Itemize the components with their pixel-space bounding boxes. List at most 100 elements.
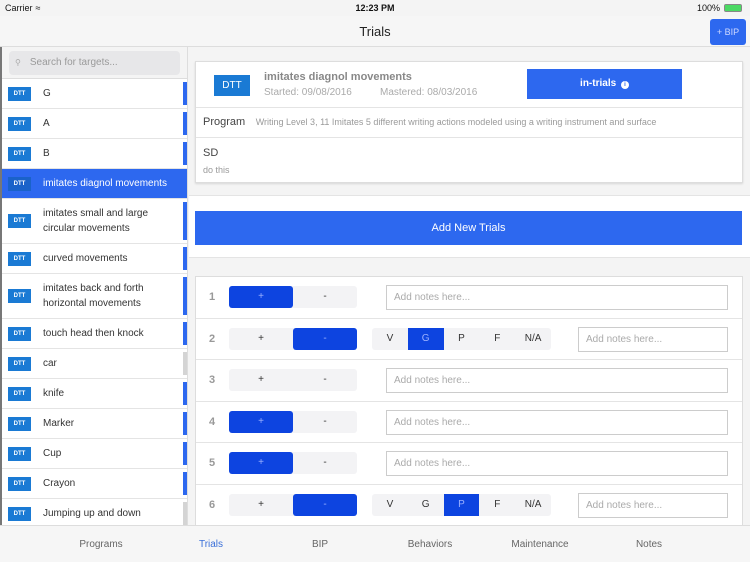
target-item[interactable]: DTT imitates small and large circular mo…: [2, 199, 187, 244]
status-indicator: [183, 412, 187, 435]
target-item[interactable]: DTT A: [2, 109, 187, 139]
dtt-badge: DTT: [8, 506, 31, 521]
tab-notes[interactable]: Notes: [599, 539, 699, 550]
notes-input[interactable]: Add notes here...: [578, 326, 728, 352]
sd-row: SD do this: [196, 138, 742, 184]
target-label: Crayon: [43, 478, 76, 489]
trial-number: 2: [209, 332, 216, 345]
target-item[interactable]: DTT imitates diagnol movements: [2, 169, 187, 199]
dtt-badge: DTT: [8, 176, 31, 191]
trial-number: 3: [209, 374, 216, 386]
prompt-option[interactable]: N/A: [515, 328, 551, 350]
target-label: imitates small and large circular moveme…: [43, 208, 149, 234]
minus-button[interactable]: -: [293, 286, 357, 308]
program-value: Writing Level 3, 11 Imitates 5 different…: [255, 117, 657, 127]
prompt-option[interactable]: V: [372, 494, 408, 516]
prompt-option[interactable]: G: [407, 327, 444, 350]
dtt-badge: DTT: [8, 356, 31, 371]
target-item[interactable]: DTT Cup: [2, 439, 187, 469]
plus-button[interactable]: +: [229, 286, 293, 308]
tab-trials[interactable]: Trials: [161, 539, 261, 550]
target-name: imitates diagnol movements: [264, 71, 412, 83]
targets-sidebar: ⚲ Search for targets... DTT G DTT A DTT B DT…: [0, 47, 188, 525]
trial-number: 1: [209, 291, 216, 303]
target-label: imitates back and forth horizontal movem…: [43, 283, 144, 309]
trial-row: 6 + - V G P F N/A Add notes here...: [196, 485, 742, 526]
target-list: DTT G DTT A DTT B DTT imitates diagnol move…: [2, 79, 187, 525]
trial-number: 4: [209, 415, 216, 428]
minus-button[interactable]: -: [293, 493, 357, 516]
notes-input[interactable]: Add notes here...: [386, 409, 728, 435]
sd-value: do this: [203, 165, 230, 175]
prompt-option[interactable]: V: [372, 328, 408, 350]
notes-input[interactable]: Add notes here...: [386, 285, 728, 310]
minus-button[interactable]: -: [293, 411, 357, 433]
dtt-badge: DTT: [8, 289, 31, 303]
plus-button[interactable]: +: [229, 452, 293, 474]
prompt-option[interactable]: N/A: [515, 494, 551, 516]
result-toggle: + -: [229, 410, 357, 433]
battery-percent: 100%: [696, 3, 720, 13]
target-item[interactable]: DTT B: [2, 139, 187, 169]
status-indicator: [183, 382, 187, 405]
status-indicator: [183, 202, 187, 240]
target-item[interactable]: DTT knife: [2, 379, 187, 409]
target-item[interactable]: DTT car: [2, 349, 187, 379]
result-toggle: + -: [229, 327, 357, 350]
search-bar: ⚲ Search for targets...: [2, 47, 187, 79]
target-item[interactable]: DTT curved movements: [2, 244, 187, 274]
tab-bip[interactable]: BIP: [270, 539, 370, 550]
program-row: Program Writing Level 3, 11 Imitates 5 d…: [196, 108, 742, 138]
add-new-trials-button[interactable]: Add New Trials: [195, 211, 742, 245]
target-label: car: [43, 358, 57, 369]
prompt-option[interactable]: F: [479, 494, 515, 516]
status-indicator: [183, 472, 187, 495]
trial-row: 1 + - Add notes here...: [196, 277, 742, 319]
minus-button[interactable]: -: [293, 369, 357, 391]
sd-label: SD: [203, 147, 219, 159]
plus-button[interactable]: +: [229, 494, 293, 516]
target-label: curved movements: [43, 253, 128, 264]
dtt-badge: DTT: [8, 214, 31, 228]
search-input[interactable]: ⚲ Search for targets...: [9, 51, 180, 75]
dtt-badge: DTT: [8, 146, 31, 161]
target-item[interactable]: DTT Crayon: [2, 469, 187, 499]
status-indicator: [183, 247, 187, 270]
tab-maintenance[interactable]: Maintenance: [490, 539, 590, 550]
target-item[interactable]: DTT imitates back and forth horizontal m…: [2, 274, 187, 319]
target-item[interactable]: DTT touch head then knock: [2, 319, 187, 349]
prompt-option[interactable]: P: [444, 328, 480, 350]
tab-behaviors[interactable]: Behaviors: [380, 539, 480, 550]
notes-input[interactable]: Add notes here...: [386, 451, 728, 476]
target-label: Marker: [43, 418, 75, 429]
prompt-option[interactable]: F: [479, 328, 515, 350]
target-label: touch head then knock: [43, 328, 144, 339]
trial-number: 6: [209, 498, 216, 511]
add-bip-button[interactable]: + BIP: [710, 19, 746, 45]
plus-button[interactable]: +: [229, 369, 293, 391]
notes-input[interactable]: Add notes here...: [386, 368, 728, 393]
notes-input[interactable]: Add notes here...: [578, 492, 728, 518]
plus-button[interactable]: +: [229, 410, 293, 433]
status-button[interactable]: in-trials i: [527, 69, 682, 99]
tab-bar: Programs Trials BIP Behaviors Maintenance Not…: [0, 525, 750, 562]
target-label: B: [43, 148, 50, 159]
status-indicator: [183, 112, 187, 135]
target-item[interactable]: DTT Jumping up and down: [2, 499, 187, 525]
plus-button[interactable]: +: [229, 328, 293, 350]
minus-button[interactable]: -: [293, 452, 357, 474]
target-item[interactable]: DTT Marker: [2, 409, 187, 439]
minus-button[interactable]: -: [293, 327, 357, 350]
target-item[interactable]: DTT G: [2, 79, 187, 109]
tab-programs[interactable]: Programs: [51, 539, 151, 550]
program-label: Program: [203, 116, 246, 128]
status-indicator: [183, 502, 187, 525]
dtt-badge: DTT: [8, 251, 31, 266]
result-toggle: + -: [229, 452, 357, 474]
target-label: Jumping up and down: [43, 508, 141, 519]
prompt-option[interactable]: P: [443, 493, 480, 516]
dtt-badge: DTT: [8, 476, 31, 491]
dtt-badge: DTT: [8, 386, 31, 401]
prompt-option[interactable]: G: [408, 494, 444, 516]
target-label: imitates diagnol movements: [43, 178, 167, 189]
